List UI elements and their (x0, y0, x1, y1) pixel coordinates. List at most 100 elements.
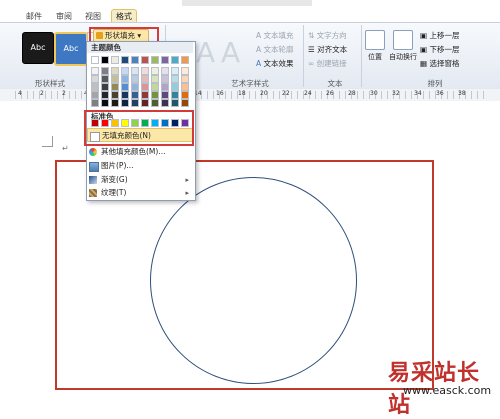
wrap-text-button[interactable]: 自动换行 (389, 30, 417, 62)
theme-shade-swatch[interactable] (141, 83, 149, 91)
theme-shade-swatch[interactable] (91, 99, 99, 107)
theme-shade-swatch[interactable] (141, 67, 149, 75)
text-direction-label: 文字方向 (316, 31, 347, 40)
theme-shade-swatch[interactable] (161, 83, 169, 91)
theme-shade-swatch[interactable] (101, 99, 109, 107)
theme-shade-swatch[interactable] (111, 75, 119, 83)
theme-shade-swatch[interactable] (121, 83, 129, 91)
text-fill-button[interactable]: A 文本填充 (256, 30, 294, 41)
theme-color-swatch[interactable] (91, 56, 99, 64)
theme-shade-swatch[interactable] (141, 91, 149, 99)
shape-style-blue[interactable]: Abc (54, 32, 88, 66)
theme-shade-swatch[interactable] (111, 99, 119, 107)
theme-shade-swatch[interactable] (161, 99, 169, 107)
theme-shade-swatch[interactable] (171, 67, 179, 75)
theme-shade-swatch[interactable] (181, 75, 189, 83)
picture-menu-item[interactable]: 图片(P)... (87, 159, 193, 173)
theme-shade-swatch[interactable] (91, 83, 99, 91)
theme-shade-swatch[interactable] (151, 83, 159, 91)
shape-style-black[interactable]: Abc (22, 32, 54, 64)
ruler-number: 20 (260, 90, 268, 97)
theme-shade-swatch[interactable] (181, 99, 189, 107)
theme-shade-swatch[interactable] (151, 75, 159, 83)
theme-shade-swatch[interactable] (91, 91, 99, 99)
theme-shade-swatch[interactable] (91, 75, 99, 83)
wordart-preset-2[interactable]: A (221, 36, 240, 69)
theme-color-swatch[interactable] (111, 56, 119, 64)
text-direction-button[interactable]: ⇅ 文字方向 (308, 30, 347, 41)
tab-review[interactable]: 审阅 (56, 11, 72, 22)
create-link-button[interactable]: ∞ 创建链接 (308, 58, 347, 69)
theme-color-swatch[interactable] (101, 56, 109, 64)
theme-shade-swatch[interactable] (171, 91, 179, 99)
theme-shade-swatch[interactable] (101, 67, 109, 75)
theme-shade-swatch[interactable] (101, 91, 109, 99)
ruler-number: 22 (282, 90, 290, 97)
theme-shade-swatch[interactable] (161, 91, 169, 99)
theme-shade-swatch[interactable] (171, 75, 179, 83)
send-backward-label: 下移一层 (429, 45, 460, 54)
align-text-button[interactable]: ☰ 对齐文本 (308, 44, 347, 55)
ruler-number: 4 (18, 90, 22, 97)
bring-forward-label: 上移一层 (429, 31, 460, 40)
ruler-number: 38 (458, 90, 466, 97)
theme-color-swatch[interactable] (121, 56, 129, 64)
theme-shade-swatch[interactable] (111, 83, 119, 91)
theme-shade-swatch[interactable] (121, 99, 129, 107)
theme-color-swatch[interactable] (151, 56, 159, 64)
theme-shade-swatch[interactable] (161, 75, 169, 83)
send-backward-button[interactable]: ▣ 下移一层 (420, 44, 459, 55)
theme-shade-swatch[interactable] (121, 75, 129, 83)
tab-view[interactable]: 视图 (85, 11, 101, 22)
theme-color-swatch[interactable] (131, 56, 139, 64)
gradient-menu-item[interactable]: 渐变(G) ▸ (87, 173, 193, 187)
theme-shade-swatch[interactable] (101, 75, 109, 83)
text-effects-button[interactable]: A 文本效果 (256, 58, 294, 69)
theme-shade-swatch[interactable] (161, 67, 169, 75)
theme-shade-swatch[interactable] (111, 91, 119, 99)
position-icon (365, 30, 385, 50)
theme-shade-swatch[interactable] (121, 91, 129, 99)
circle-shape[interactable] (150, 177, 357, 384)
theme-shade-swatch[interactable] (181, 91, 189, 99)
ribbon-separator (303, 25, 304, 87)
theme-shade-swatch[interactable] (171, 83, 179, 91)
theme-shade-swatch[interactable] (131, 67, 139, 75)
wrap-text-label: 自动换行 (389, 53, 417, 61)
theme-shade-swatch[interactable] (131, 75, 139, 83)
tab-mail[interactable]: 邮件 (26, 11, 42, 22)
theme-shade-swatch[interactable] (91, 67, 99, 75)
selection-pane-button[interactable]: ▦ 选择窗格 (420, 58, 459, 69)
ruler-number: 24 (304, 90, 312, 97)
text-fill-label: 文本填充 (263, 31, 294, 40)
theme-shade-swatch[interactable] (131, 91, 139, 99)
theme-shade-swatch[interactable] (131, 83, 139, 91)
picture-label: 图片(P)... (101, 161, 134, 170)
theme-shade-swatch[interactable] (131, 99, 139, 107)
theme-color-swatch[interactable] (171, 56, 179, 64)
align-text-icon: ☰ (308, 45, 318, 54)
texture-menu-item[interactable]: 纹理(T) ▸ (87, 186, 193, 200)
text-outline-icon: A (256, 45, 264, 54)
theme-shade-swatch[interactable] (141, 99, 149, 107)
theme-shade-swatch[interactable] (171, 99, 179, 107)
theme-shade-swatch[interactable] (151, 91, 159, 99)
theme-shade-swatch[interactable] (111, 67, 119, 75)
tab-format[interactable]: 格式 (111, 9, 137, 23)
theme-shade-swatch[interactable] (181, 67, 189, 75)
theme-shade-swatch[interactable] (101, 83, 109, 91)
theme-shade-swatch[interactable] (141, 75, 149, 83)
more-fill-colors-menu-item[interactable]: 其他填充颜色(M)... (87, 145, 193, 159)
text-outline-button[interactable]: A 文本轮廓 (256, 44, 294, 55)
theme-color-swatch[interactable] (181, 56, 189, 64)
bring-forward-button[interactable]: ▣ 上移一层 (420, 30, 459, 41)
theme-shade-swatch[interactable] (121, 67, 129, 75)
theme-color-swatch[interactable] (141, 56, 149, 64)
theme-color-swatch[interactable] (161, 56, 169, 64)
wordart-preset-1[interactable]: A (196, 36, 215, 69)
theme-shade-swatch[interactable] (151, 67, 159, 75)
theme-shade-swatch[interactable] (151, 99, 159, 107)
position-button[interactable]: 位置 (363, 30, 387, 62)
ruler-number: 28 (348, 90, 356, 97)
theme-shade-swatch[interactable] (181, 83, 189, 91)
